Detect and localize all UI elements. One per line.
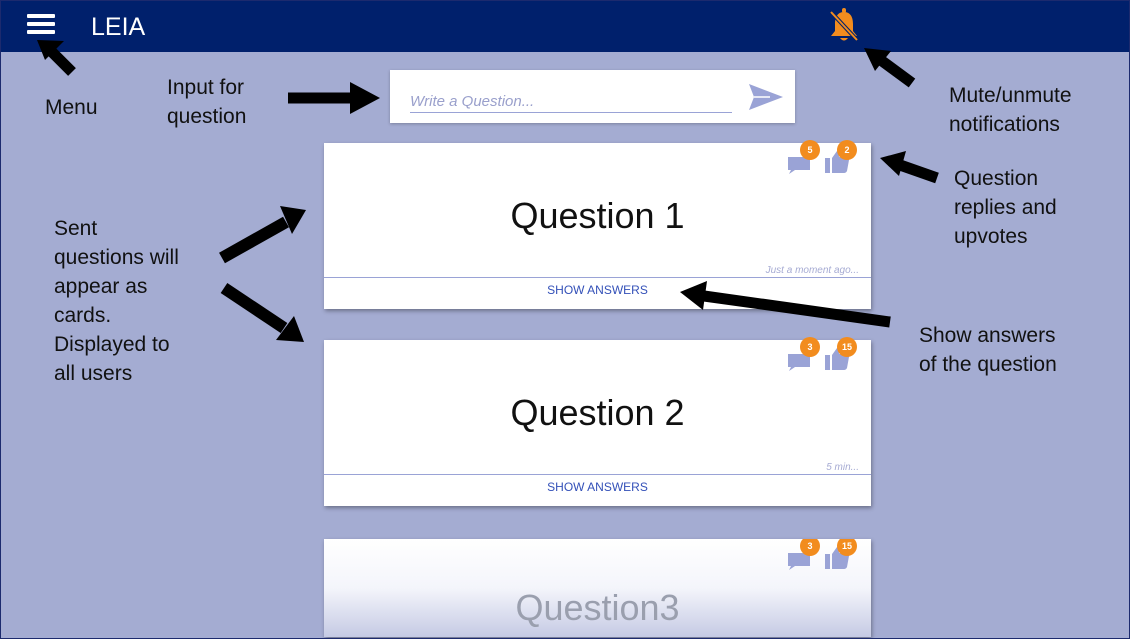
- arrow-icon: [219, 206, 306, 264]
- arrow-icon: [288, 82, 380, 114]
- arrow-icon: [880, 151, 939, 184]
- arrow-icon: [220, 283, 304, 342]
- arrow-icon: [864, 48, 916, 88]
- arrow-icon: [37, 40, 76, 76]
- arrow-icon: [680, 281, 891, 328]
- annotation-arrows: [37, 40, 939, 342]
